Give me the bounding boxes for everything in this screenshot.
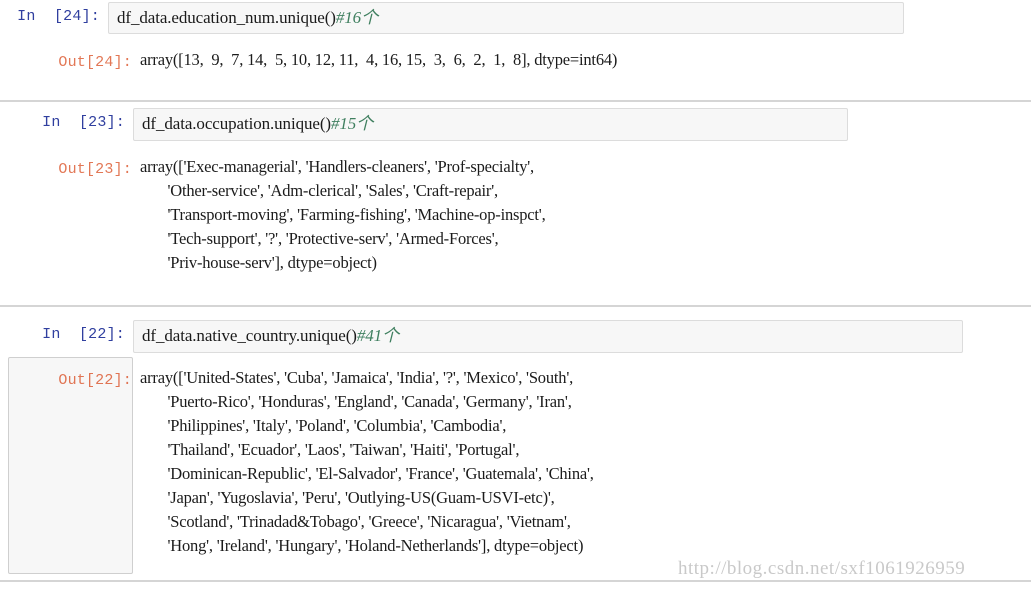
code-statement-22: df_data.native_country.unique()	[142, 326, 357, 345]
output-line: 'Dominican-Republic', 'El-Salvador', 'Fr…	[140, 464, 594, 483]
code-text-22: df_data.native_country.unique()#41个	[142, 325, 956, 346]
jupyter-notebook: In [24]: df_data.education_num.unique()#…	[0, 0, 1031, 591]
code-comment-23: #15个	[330, 114, 374, 133]
notebook-cell-23[interactable]: In [23]: df_data.occupation.unique()#15个	[0, 108, 1031, 141]
output-text-24: array([13, 9, 7, 14, 5, 10, 12, 11, 4, 1…	[140, 50, 618, 69]
output-line: 'Priv-house-serv'], dtype=object)	[140, 253, 377, 272]
cell-output-row-22: Out[22]: array(['United-States', 'Cuba',…	[0, 366, 594, 558]
output-block-22: array(['United-States', 'Cuba', 'Jamaica…	[140, 366, 594, 558]
watermark-url: http://blog.csdn.net/sxf1061926959	[678, 558, 966, 579]
output-line: 'Scotland', 'Trinadad&Tobago', 'Greece',…	[140, 512, 571, 531]
notebook-cell-24[interactable]: In [24]: df_data.education_num.unique()#…	[0, 2, 1031, 34]
code-comment-22: #41个	[356, 326, 399, 345]
code-input-23[interactable]: df_data.occupation.unique()#15个	[133, 108, 848, 141]
output-line: array(['United-States', 'Cuba', 'Jamaica…	[140, 368, 574, 387]
cell-output-row-24: Out[24]: array([13, 9, 7, 14, 5, 10, 12,…	[0, 48, 617, 73]
output-line: 'Thailand', 'Ecuador', 'Laos', 'Taiwan',…	[140, 440, 520, 459]
in-prompt-24: In [24]:	[17, 8, 100, 25]
output-line: 'Transport-moving', 'Farming-fishing', '…	[140, 205, 546, 224]
out-prompt-22: Out[22]:	[58, 372, 132, 389]
code-statement-24: df_data.education_num.unique()	[117, 8, 336, 27]
code-input-24[interactable]: df_data.education_num.unique()#16个	[108, 2, 904, 34]
cell-input-row: In [23]: df_data.occupation.unique()#15个	[0, 108, 1031, 141]
output-line: array(['Exec-managerial', 'Handlers-clea…	[140, 157, 534, 176]
code-text-23: df_data.occupation.unique()#15个	[142, 113, 841, 134]
output-line: 'Japan', 'Yugoslavia', 'Peru', 'Outlying…	[140, 488, 555, 507]
out-prompt-23: Out[23]:	[58, 161, 132, 178]
code-comment-24: #16个	[335, 8, 378, 27]
output-line: 'Philippines', 'Italy', 'Poland', 'Colum…	[140, 416, 507, 435]
cell-input-row: In [24]: df_data.education_num.unique()#…	[0, 2, 1031, 34]
code-statement-23: df_data.occupation.unique()	[142, 114, 331, 133]
cell-output-row-23: Out[23]: array(['Exec-managerial', 'Hand…	[0, 155, 546, 275]
code-text-24: df_data.education_num.unique()#16个	[117, 7, 897, 28]
in-prompt-23: In [23]:	[42, 114, 125, 131]
out-prompt-24: Out[24]:	[58, 54, 132, 71]
cell-input-row: In [22]: df_data.native_country.unique()…	[0, 320, 1031, 353]
cell-divider-middle	[0, 305, 1031, 307]
code-input-22[interactable]: df_data.native_country.unique()#41个	[133, 320, 963, 353]
output-line: 'Tech-support', '?', 'Protective-serv', …	[140, 229, 499, 248]
output-block-23: array(['Exec-managerial', 'Handlers-clea…	[140, 155, 546, 275]
output-line: 'Other-service', 'Adm-clerical', 'Sales'…	[140, 181, 498, 200]
output-line: 'Hong', 'Ireland', 'Hungary', 'Holand-Ne…	[140, 536, 584, 555]
cell-divider-top	[0, 100, 1031, 102]
cell-divider-bottom	[0, 580, 1031, 582]
output-line: 'Puerto-Rico', 'Honduras', 'England', 'C…	[140, 392, 572, 411]
notebook-cell-22[interactable]: In [22]: df_data.native_country.unique()…	[0, 320, 1031, 353]
in-prompt-22: In [22]:	[42, 326, 125, 343]
